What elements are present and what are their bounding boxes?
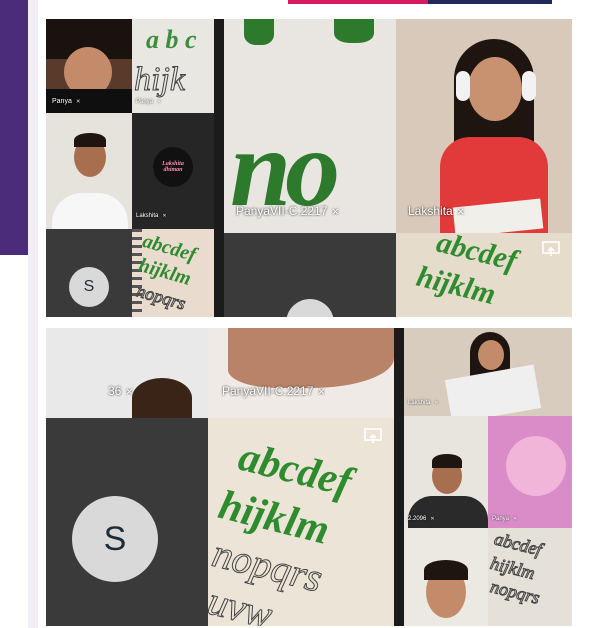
video-tile-name-badge[interactable]: Lakshita dhiman Lakshita ✕ bbox=[132, 113, 214, 229]
page-margin bbox=[28, 0, 38, 628]
video-tile-lakshita-small[interactable]: Lakshita ✕ bbox=[404, 328, 572, 416]
participant-name: 2.2096 ✕ bbox=[408, 516, 435, 522]
mic-off-icon: ✕ bbox=[331, 207, 340, 218]
screen-share-icon bbox=[542, 241, 560, 256]
avatar: S bbox=[69, 267, 109, 307]
top-accent-pink bbox=[288, 0, 428, 4]
video-tile-notebook-share[interactable]: abcdef hijklm bbox=[396, 233, 572, 317]
video-tile-avatar[interactable]: S bbox=[46, 229, 132, 317]
video-tile-notebook-abc[interactable]: abcdef hijklm nopqrs bbox=[132, 229, 214, 317]
video-tile-lakshita-large[interactable]: Lakshita ✕ bbox=[396, 19, 572, 233]
mic-off-icon: ✕ bbox=[456, 207, 465, 218]
screen-share-icon bbox=[364, 428, 382, 443]
top-accent-navy bbox=[428, 0, 552, 4]
video-tile-pink[interactable]: Panya ✕ bbox=[488, 416, 572, 528]
video-tile-girl-small[interactable] bbox=[404, 528, 488, 626]
avatar: S bbox=[72, 496, 158, 582]
mic-off-icon: ✕ bbox=[157, 100, 162, 105]
participant-name: Lakshita ✕ bbox=[136, 213, 167, 219]
video-tile-boy-small[interactable]: Panya ✕ bbox=[46, 19, 132, 113]
mic-off-icon: ✕ bbox=[430, 517, 435, 522]
video-tile-panya-large[interactable]: no PanyaVII-C.2217 ✕ bbox=[224, 19, 396, 233]
participant-name: Lakshita ✕ bbox=[408, 204, 465, 218]
mic-off-icon: ✕ bbox=[162, 214, 167, 219]
mic-off-icon: ✕ bbox=[434, 401, 439, 406]
participant-name: 36 ✕ bbox=[108, 384, 134, 398]
video-tile-empty[interactable] bbox=[224, 233, 396, 317]
video-tile-boy-white[interactable] bbox=[46, 113, 132, 229]
participant-name: PanyaVII-C.2217 ✕ bbox=[222, 384, 326, 398]
name-badge: Lakshita dhiman bbox=[153, 147, 193, 187]
video-tile-avatar-large[interactable]: S bbox=[46, 418, 208, 626]
notebook-outline: hijk bbox=[134, 61, 186, 99]
notebook-outline: nopqrs bbox=[488, 576, 542, 609]
badge-line2: dhiman bbox=[163, 167, 183, 173]
participant-name: PanyaVII-C.2217 ✕ bbox=[236, 204, 340, 218]
video-tile-notebook-small-2[interactable]: abcdef hijklm nopqrs bbox=[488, 528, 572, 626]
mic-off-icon: ✕ bbox=[317, 387, 326, 398]
participant-name: Lakshita ✕ bbox=[408, 400, 439, 406]
participant-name: Panya ✕ bbox=[136, 99, 162, 105]
video-tile-notebook-small[interactable]: a b c hijk Panya ✕ bbox=[132, 19, 214, 113]
participant-name: Panya ✕ bbox=[52, 98, 81, 105]
video-grid-bottom: 36 ✕ S PanyaVII-C.2217 ✕ abcdef hijklm nop… bbox=[46, 328, 572, 626]
mic-off-icon: ✕ bbox=[75, 99, 81, 105]
participant-name: Panya ✕ bbox=[492, 516, 518, 522]
mic-off-icon: ✕ bbox=[513, 517, 518, 522]
video-tile-partial[interactable]: 36 ✕ bbox=[46, 328, 208, 418]
notebook-letters: a b c bbox=[146, 25, 197, 54]
video-grid-top: Panya ✕ a b c hijk Panya ✕ Lakshita dhiman… bbox=[46, 19, 572, 317]
video-tile-notebook-large[interactable]: abcdef hijklm nopqrs uvw bbox=[208, 418, 394, 626]
video-tile-boy-small-2[interactable]: 2.2096 ✕ bbox=[404, 416, 488, 528]
mic-off-icon: ✕ bbox=[125, 387, 134, 398]
video-tile-panya-hand[interactable]: PanyaVII-C.2217 ✕ bbox=[208, 328, 394, 418]
